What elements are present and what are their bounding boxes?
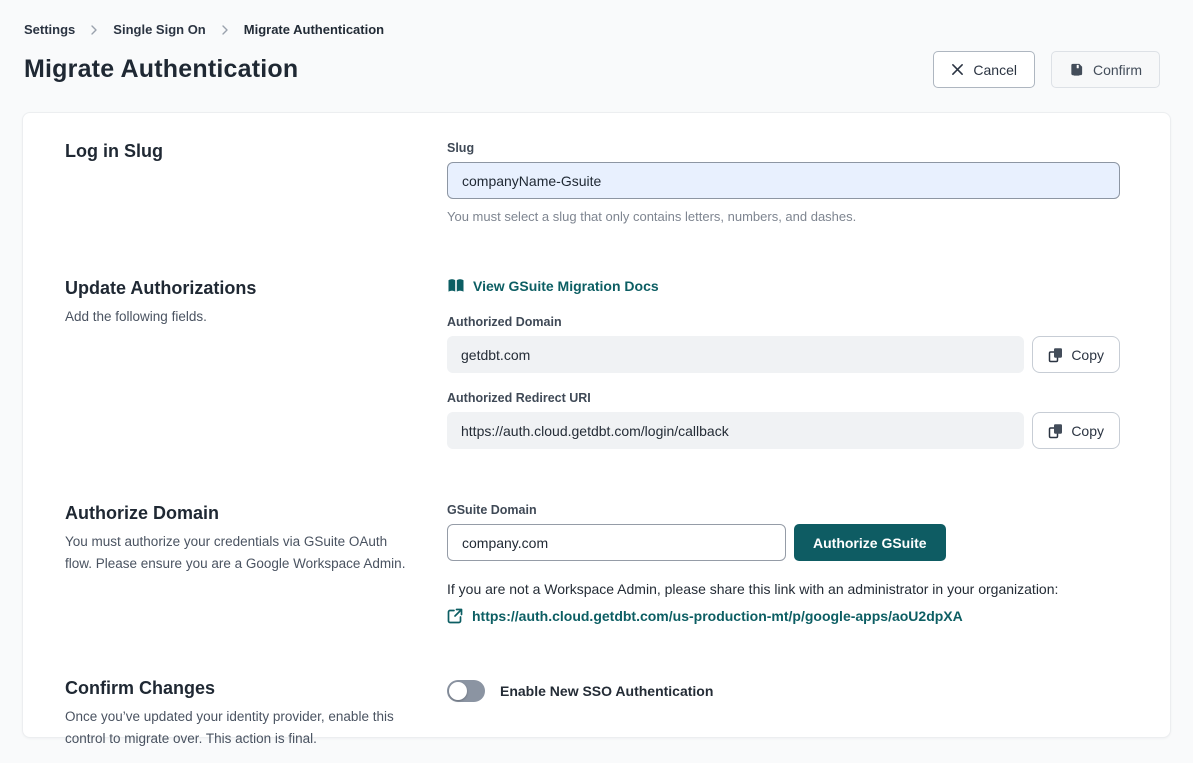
breadcrumb-settings[interactable]: Settings [24, 22, 75, 37]
enable-sso-toggle[interactable] [447, 680, 485, 702]
cancel-button[interactable]: Cancel [933, 51, 1035, 88]
section-heading-confirm-changes: Confirm Changes [65, 678, 447, 699]
copy-redirect-uri-button[interactable]: Copy [1032, 412, 1120, 449]
breadcrumb-single-sign-on[interactable]: Single Sign On [113, 22, 205, 37]
copy-button-label: Copy [1071, 423, 1104, 439]
confirm-button[interactable]: Confirm [1051, 51, 1160, 88]
page-title: Migrate Authentication [24, 55, 298, 84]
section-heading-login-slug: Log in Slug [65, 141, 447, 162]
section-heading-update-authorizations: Update Authorizations [65, 278, 447, 299]
page-header: Migrate Authentication Cancel Confirm [0, 37, 1193, 112]
save-icon [1069, 62, 1084, 77]
breadcrumb-migrate-authentication: Migrate Authentication [244, 22, 384, 37]
section-update-authorizations: Update Authorizations Add the following … [65, 278, 1120, 449]
section-heading-authorize-domain: Authorize Domain [65, 503, 447, 524]
gsuite-domain-input[interactable] [447, 524, 786, 561]
section-description: You must authorize your credentials via … [65, 531, 417, 574]
enable-sso-toggle-label: Enable New SSO Authentication [500, 683, 713, 699]
section-authorize-domain: Authorize Domain You must authorize your… [65, 503, 1120, 624]
authorize-gsuite-button[interactable]: Authorize GSuite [794, 524, 946, 561]
breadcrumb: Settings Single Sign On Migrate Authenti… [0, 0, 1193, 37]
confirm-button-label: Confirm [1093, 62, 1142, 78]
slug-input[interactable] [447, 162, 1120, 199]
slug-help-text: You must select a slug that only contain… [447, 209, 1120, 224]
authorized-domain-label: Authorized Domain [447, 315, 1120, 329]
copy-button-label: Copy [1071, 347, 1104, 363]
section-description: Add the following fields. [65, 306, 417, 328]
share-link-instructions: If you are not a Workspace Admin, please… [447, 579, 1120, 600]
chevron-right-icon [219, 24, 231, 36]
gsuite-migration-docs-link[interactable]: View GSuite Migration Docs [447, 278, 659, 294]
section-login-slug: Log in Slug Slug You must select a slug … [65, 141, 1120, 224]
docs-link-label: View GSuite Migration Docs [473, 278, 659, 294]
x-icon [951, 63, 964, 76]
toggle-knob [449, 682, 467, 700]
chevron-right-icon [88, 24, 100, 36]
cancel-button-label: Cancel [973, 62, 1017, 78]
authorized-domain-value: getdbt.com [447, 336, 1024, 373]
header-actions: Cancel Confirm [933, 51, 1160, 88]
admin-share-link[interactable]: https://auth.cloud.getdbt.com/us-product… [472, 608, 963, 624]
copy-icon [1048, 423, 1063, 439]
section-description: Once you’ve updated your identity provid… [65, 706, 417, 749]
gsuite-domain-label: GSuite Domain [447, 503, 1120, 517]
external-link-icon [447, 608, 463, 624]
book-icon [447, 278, 465, 294]
settings-card: Log in Slug Slug You must select a slug … [22, 112, 1171, 738]
copy-icon [1048, 347, 1063, 363]
slug-label: Slug [447, 141, 1120, 155]
authorized-redirect-uri-value: https://auth.cloud.getdbt.com/login/call… [447, 412, 1024, 449]
authorized-redirect-uri-label: Authorized Redirect URI [447, 391, 1120, 405]
copy-authorized-domain-button[interactable]: Copy [1032, 336, 1120, 373]
section-confirm-changes: Confirm Changes Once you’ve updated your… [65, 678, 1120, 749]
